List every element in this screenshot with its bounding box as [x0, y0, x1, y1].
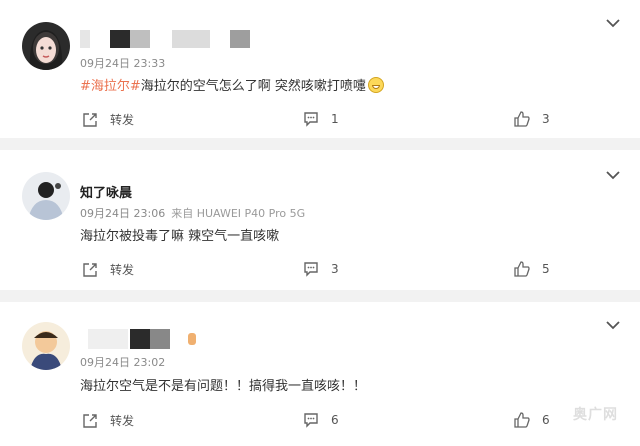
- chevron-down-icon[interactable]: [606, 320, 620, 330]
- like-button[interactable]: 3: [514, 111, 550, 127]
- repost-icon: [83, 112, 97, 127]
- comment-button[interactable]: 3: [303, 261, 339, 277]
- comment-card-1: 09月24日 23:33 #海拉尔#海拉尔的空气怎么了啊 突然咳嗽打喷嚏 转发 …: [0, 0, 640, 138]
- comment-card-2: 知了咏晨 09月24日 23:06 来自 HUAWEI P40 Pro 5G 海拉…: [0, 150, 640, 290]
- time-text: 09月24日 23:06: [80, 207, 166, 220]
- hashtag-link[interactable]: #海拉尔#: [80, 79, 141, 94]
- username-redacted[interactable]: [80, 30, 250, 48]
- comment-timestamp: 09月24日 23:06 来自 HUAWEI P40 Pro 5G: [80, 205, 305, 221]
- comment-button[interactable]: 6: [303, 412, 339, 428]
- like-button[interactable]: 5: [514, 261, 550, 277]
- source-device: 来自 HUAWEI P40 Pro 5G: [171, 207, 306, 220]
- like-count: 3: [542, 112, 550, 126]
- repost-button[interactable]: 转发: [82, 412, 134, 429]
- thumbs-up-icon: [514, 111, 530, 127]
- comment-count: 1: [331, 112, 339, 126]
- repost-icon: [83, 262, 97, 277]
- thumbs-up-icon: [514, 261, 530, 277]
- like-button[interactable]: 6: [514, 412, 550, 428]
- repost-label: 转发: [110, 113, 135, 127]
- comment-text: #海拉尔#海拉尔的空气怎么了啊 突然咳嗽打喷嚏: [80, 75, 384, 94]
- comment-card-3: 09月24日 23:02 海拉尔空气是不是有问题！！搞得我一直咳咳！！ 转发 6…: [0, 302, 640, 446]
- comment-body: 海拉尔空气是不是有问题！！搞得我一直咳咳！！: [80, 379, 367, 394]
- comment-text: 海拉尔被投毒了嘛 辣空气一直咳嗽: [80, 225, 279, 244]
- user-avatar[interactable]: [22, 22, 70, 70]
- comment-text: 海拉尔空气是不是有问题！！搞得我一直咳咳！！: [80, 375, 366, 394]
- laughing-emoji-icon: [367, 77, 384, 93]
- comment-timestamp: 09月24日 23:33: [80, 55, 165, 71]
- user-avatar[interactable]: [22, 322, 70, 370]
- username[interactable]: 知了咏晨: [80, 182, 132, 201]
- watermark: 奥广网: [573, 407, 618, 423]
- comment-count: 3: [331, 262, 339, 276]
- comment-count: 6: [331, 413, 339, 427]
- chevron-down-icon[interactable]: [606, 170, 620, 180]
- repost-button[interactable]: 转发: [82, 111, 134, 128]
- time-text: 09月24日 23:33: [80, 57, 166, 70]
- like-count: 6: [542, 413, 550, 427]
- comment-icon: [304, 413, 318, 428]
- thumbs-up-icon: [514, 412, 530, 428]
- chevron-down-icon[interactable]: [606, 18, 620, 28]
- like-count: 5: [542, 262, 550, 276]
- comment-body: 海拉尔的空气怎么了啊 突然咳嗽打喷嚏: [140, 79, 366, 94]
- comment-button[interactable]: 1: [303, 111, 339, 127]
- comment-icon: [304, 112, 318, 127]
- repost-label: 转发: [110, 414, 135, 428]
- repost-button[interactable]: 转发: [82, 261, 134, 278]
- comment-icon: [304, 262, 318, 277]
- comment-body: 海拉尔被投毒了嘛 辣空气一直咳嗽: [80, 229, 280, 244]
- time-text: 09月24日 23:02: [80, 356, 166, 369]
- comment-timestamp: 09月24日 23:02: [80, 354, 165, 370]
- username-redacted[interactable]: [88, 329, 198, 349]
- user-avatar[interactable]: [22, 172, 70, 220]
- repost-label: 转发: [110, 263, 135, 277]
- repost-icon: [83, 413, 97, 428]
